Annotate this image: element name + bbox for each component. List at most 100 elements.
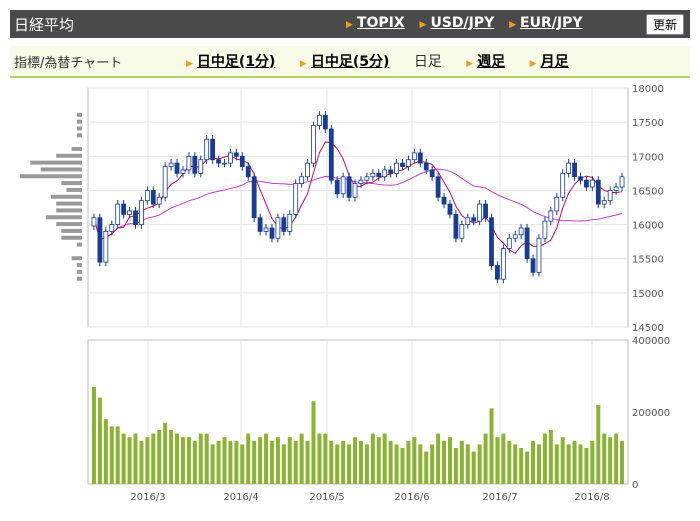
volume-bar [269,440,274,484]
candle-body [174,162,180,174]
candle-body [589,179,595,188]
volume-bar [531,440,536,484]
volume-bar [525,451,530,484]
volume-profile-bar [61,181,82,186]
volume-bar [240,444,245,484]
candle-body [370,172,376,178]
volume-panel [87,339,629,485]
candle-body [305,162,310,178]
price-tick-label: 16500 [632,186,664,197]
volume-profile-bar [51,194,82,199]
volume-profile-bar [76,119,82,124]
volume-bar [133,433,138,484]
candle-body [435,176,441,198]
volume-bar [234,440,239,484]
volume-profile-bar [76,263,82,268]
candle-body [548,210,554,222]
volume-bar [412,437,417,484]
candle-body [417,152,423,164]
price-tick-label: 17500 [632,118,664,129]
candle-body [495,265,500,280]
volume-bar [424,451,429,484]
volume-bar [157,430,162,484]
price-panel [87,87,629,328]
volume-bar [169,430,174,484]
candle-body [512,234,518,239]
volume-bar [293,440,298,484]
candle-body [566,162,572,174]
candle-body [453,213,459,239]
candle-body [607,190,613,202]
volume-bar [489,408,494,484]
volume-profile-bar [76,126,82,131]
volume-bar [341,440,346,484]
candle-body [394,162,399,174]
volume-bar [590,440,595,484]
volume-tick-label: 400000 [632,336,670,347]
candle-body [210,138,216,161]
candle-body [542,220,548,239]
candle-body [483,203,488,219]
volume-bar [406,440,411,484]
candle-body [471,217,477,222]
candle-body [287,213,293,232]
volume-bar [507,440,512,484]
candle-body [530,258,536,273]
candle-body [311,125,316,164]
volume-profile-bar [61,235,82,240]
candle-body [239,155,245,167]
volume-profile-bar [76,269,82,274]
candle-body [578,176,583,181]
candle-body [150,190,156,205]
volume-bar [376,437,381,484]
candle-body [293,183,299,215]
price-tick-label: 17000 [632,152,664,163]
candle-body [595,179,601,205]
candle-body [121,203,127,215]
candle-body [613,186,619,191]
volume-bar [602,433,607,484]
candle-body [103,230,109,263]
volume-bar [246,433,251,484]
candle-body [465,217,471,225]
candle-body [340,176,346,195]
volume-bar [216,440,221,484]
volume-bar [536,444,541,484]
volume-bar [281,444,286,484]
volume-bar [323,433,328,484]
volume-bar [548,430,553,484]
volume-bar [614,433,619,484]
candle-body [281,217,287,232]
candle-body [186,155,192,171]
volume-bar [388,440,393,484]
candle-body [328,128,334,181]
volume-tick-label: 0 [632,480,638,491]
candle-body [269,227,275,239]
volume-bar [430,444,435,484]
candle-body [168,162,174,167]
candle-body [228,152,233,164]
volume-bar [299,433,304,484]
volume-bar [305,440,310,484]
volume-bar [317,433,322,484]
volume-profile-bar [71,256,82,261]
candle-body [115,203,121,225]
price-tick-label: 15000 [632,289,664,300]
candle-body [382,169,388,178]
volume-bar [127,437,132,484]
candle-body [198,159,204,174]
volume-profile-bar [20,174,82,179]
volume-bar [620,440,625,484]
volume-bar [210,444,215,484]
candle-body [518,227,524,236]
volume-profile-bar [76,276,82,281]
candle-body [144,190,150,202]
volume-bar [180,437,185,484]
volume-bar [91,386,96,484]
candle-body [459,224,465,239]
volume-bar [447,437,452,484]
candle-body [423,162,429,171]
volume-bar [471,451,476,484]
volume-bar [335,444,340,484]
volume-bar [186,437,191,484]
